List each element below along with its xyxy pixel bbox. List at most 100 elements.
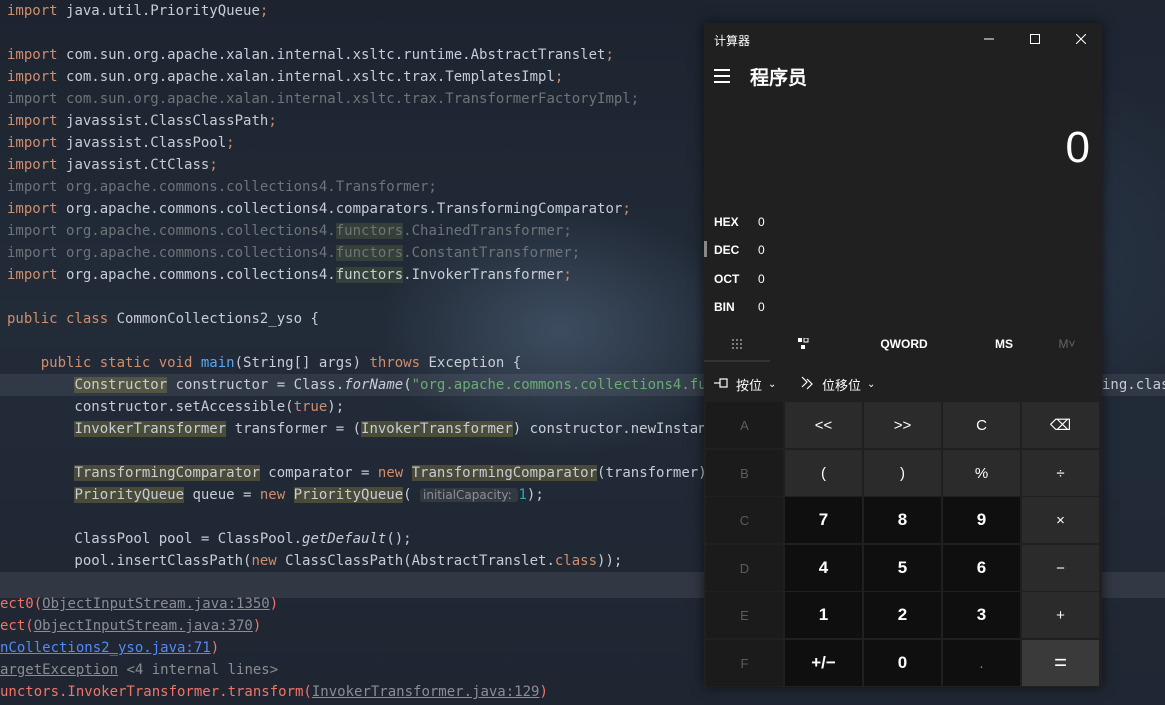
- radix-bin[interactable]: BIN 0: [714, 296, 914, 318]
- radix-oct[interactable]: OCT 0: [714, 268, 914, 290]
- chevron-down-icon: ⌄: [867, 378, 876, 390]
- calculator-window[interactable]: 计算器 程序员 0 HEX 0 DEC 0 OCT 0 BIN 0 QWORD …: [704, 23, 1102, 687]
- stacktrace-link[interactable]: nCollections2_yso.java:71: [0, 640, 211, 656]
- code-token: public static void: [40, 355, 201, 371]
- key-lshift[interactable]: >>: [864, 402, 941, 448]
- close-icon: [1076, 34, 1086, 44]
- radix-hex[interactable]: HEX 0: [714, 211, 914, 233]
- code-token: Exception {: [428, 355, 522, 371]
- code-token: import org.apache.commons.collections4.: [7, 223, 336, 239]
- code-token: ClassPool pool = ClassPool.: [7, 531, 303, 547]
- console-text: <4 internal lines>: [118, 662, 279, 678]
- stacktrace-link[interactable]: ObjectInputStream.java:1350: [42, 596, 270, 612]
- code-line[interactable]: PriorityQueue queue = new PriorityQueue(…: [0, 484, 544, 506]
- code-token: javassist.CtClass: [66, 157, 210, 173]
- key-6[interactable]: 6: [943, 545, 1020, 591]
- key-4[interactable]: 4: [785, 545, 862, 591]
- code-line[interactable]: import org.apache.commons.collections4.f…: [0, 220, 572, 242]
- code-line[interactable]: InvokerTransformer transformer = (Invoke…: [0, 418, 732, 440]
- code-line[interactable]: import javassist.ClassClassPath;: [0, 110, 277, 132]
- radix-dec[interactable]: DEC 0: [714, 239, 914, 261]
- code-token: "org.apache.commons.collections4.functo: [411, 377, 741, 393]
- bit-toggle-keypad-tab[interactable]: [770, 327, 836, 361]
- key-lshift[interactable]: <<: [785, 402, 862, 448]
- code-token: comparator =: [259, 465, 378, 481]
- code-line[interactable]: public static void main(String[] args) t…: [0, 352, 521, 374]
- calculator-titlebar[interactable]: 计算器: [704, 23, 1102, 55]
- code-token: getDefault: [302, 531, 387, 547]
- bitwise-dropdown[interactable]: 按位 ⌄: [714, 369, 776, 399]
- key-lshift[interactable]: =: [1022, 640, 1099, 686]
- code-line[interactable]: import java.util.PriorityQueue;: [0, 0, 268, 22]
- code-token: (: [403, 377, 412, 393]
- code-token: ;: [554, 69, 564, 85]
- word-size-button[interactable]: QWORD: [864, 327, 944, 361]
- code-line[interactable]: import com.sun.org.apache.xalan.internal…: [0, 88, 639, 110]
- console-text: ): [252, 618, 262, 634]
- key-lshift[interactable]: ⌫: [1022, 402, 1099, 448]
- key-7[interactable]: 7: [785, 497, 862, 543]
- code-line[interactable]: TransformingComparator comparator = new …: [0, 462, 715, 484]
- key-lshift[interactable]: −: [1022, 545, 1099, 591]
- key-F[interactable]: F: [706, 640, 783, 686]
- stacktrace-link[interactable]: ObjectInputStream.java:370: [34, 618, 253, 634]
- code-line[interactable]: import org.apache.commons.collections4.f…: [0, 242, 580, 264]
- minimize-button[interactable]: [966, 23, 1012, 55]
- stacktrace-link[interactable]: argetException: [0, 662, 118, 678]
- key-lshift[interactable]: ÷: [1022, 450, 1099, 496]
- code-line[interactable]: import org.apache.commons.collections4.c…: [0, 198, 631, 220]
- code-line[interactable]: import org.apache.commons.collections4.T…: [0, 176, 437, 198]
- stacktrace-link[interactable]: InvokerTransformer.java:129: [312, 684, 540, 700]
- key-3[interactable]: 3: [943, 592, 1020, 638]
- key-lshift[interactable]: .: [943, 640, 1020, 686]
- code-token: TransformingComparator: [411, 465, 598, 481]
- code-line[interactable]: import com.sun.org.apache.xalan.internal…: [0, 44, 614, 66]
- code-token: ;: [563, 267, 572, 283]
- key-0[interactable]: 0: [864, 640, 941, 686]
- bitshift-dropdown[interactable]: 位移位 ⌄: [800, 369, 875, 399]
- key-D[interactable]: D: [706, 545, 783, 591]
- code-token: new: [377, 465, 412, 481]
- key-lshift[interactable]: (: [785, 450, 862, 496]
- console-line: nCollections2_yso.java:71): [0, 637, 219, 659]
- key-2[interactable]: 2: [864, 592, 941, 638]
- code-token: import org.apache.commons.collections4.: [7, 245, 336, 261]
- code-line[interactable]: import com.sun.org.apache.xalan.internal…: [0, 66, 563, 88]
- code-token: (transformer);: [597, 465, 716, 481]
- key-1[interactable]: 1: [785, 592, 862, 638]
- key-lshift[interactable]: +: [1022, 592, 1099, 638]
- key-lshift[interactable]: ×: [1022, 497, 1099, 543]
- code-token: ;: [622, 201, 631, 217]
- code-token: .ConstantTransformer;: [403, 245, 581, 261]
- code-line[interactable]: pool.insertClassPath(new ClassClassPath(…: [0, 550, 622, 572]
- code-line[interactable]: import javassist.ClassPool;: [0, 132, 235, 154]
- key-lshift[interactable]: %: [943, 450, 1020, 496]
- code-line[interactable]: ClassPool pool = ClassPool.getDefault();: [0, 528, 411, 550]
- key-lshift[interactable]: +/−: [785, 640, 862, 686]
- code-token: com.sun.org.apache.xalan.internal.xsltc.…: [66, 69, 555, 85]
- memory-list-button[interactable]: M˅: [1042, 327, 1092, 361]
- key-5[interactable]: 5: [864, 545, 941, 591]
- key-lshift[interactable]: ): [864, 450, 941, 496]
- memory-store-button[interactable]: MS: [974, 327, 1034, 361]
- code-line[interactable]: constructor.setAccessible(true);: [0, 396, 344, 418]
- key-8[interactable]: 8: [864, 497, 941, 543]
- key-B[interactable]: B: [706, 450, 783, 496]
- maximize-button[interactable]: [1012, 23, 1058, 55]
- key-E[interactable]: E: [706, 592, 783, 638]
- code-token: main: [200, 355, 235, 371]
- menu-icon[interactable]: [712, 67, 732, 85]
- code-line[interactable]: public class CommonCollections2_yso {: [0, 308, 319, 330]
- code-line[interactable]: import javassist.CtClass;: [0, 154, 218, 176]
- key-9[interactable]: 9: [943, 497, 1020, 543]
- close-button[interactable]: [1058, 23, 1104, 55]
- code-token: class: [554, 553, 598, 569]
- key-A[interactable]: A: [706, 402, 783, 448]
- full-keypad-tab[interactable]: [704, 327, 770, 361]
- code-token: );: [526, 487, 544, 503]
- code-token: ;: [268, 113, 277, 129]
- code-line[interactable]: import org.apache.commons.collections4.f…: [0, 264, 572, 286]
- key-C[interactable]: C: [943, 402, 1020, 448]
- key-C[interactable]: C: [706, 497, 783, 543]
- console-line: ect(ObjectInputStream.java:370): [0, 615, 261, 637]
